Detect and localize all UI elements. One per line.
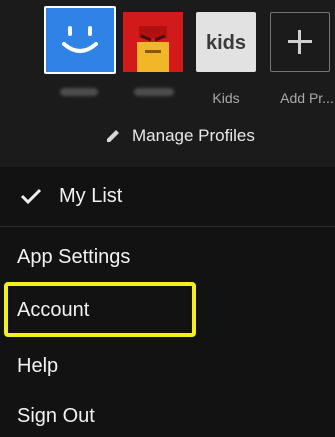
app-settings-item[interactable]: App Settings xyxy=(17,246,335,269)
kids-avatar[interactable]: kids xyxy=(196,12,256,72)
smiley-face-icon xyxy=(62,26,98,53)
add-profile[interactable]: Add Pr... xyxy=(270,12,334,106)
kids-profile-name: Kids xyxy=(212,90,240,106)
profile-1-avatar[interactable] xyxy=(44,6,116,74)
kids-logo-icon: kids xyxy=(206,32,246,54)
profile-2-name-blurred xyxy=(134,88,174,96)
help-item[interactable]: Help xyxy=(17,355,335,378)
add-profile-tile[interactable] xyxy=(270,12,330,72)
red-character-icon xyxy=(123,12,183,72)
manage-profiles-label: Manage Profiles xyxy=(132,126,255,145)
profile-menu-screen: kids Kids Add Pr... Manage Profiles My L… xyxy=(0,0,335,437)
profile-2[interactable] xyxy=(123,12,183,72)
profile-2-avatar[interactable] xyxy=(123,12,183,72)
manage-profiles-button[interactable]: Manage Profiles xyxy=(104,124,255,148)
profile-1[interactable] xyxy=(44,6,116,74)
my-list-label: My List xyxy=(59,184,123,207)
checkmark-icon xyxy=(20,188,42,205)
profiles-panel: kids Kids Add Pr... Manage Profiles xyxy=(0,0,335,167)
profile-1-name-blurred xyxy=(60,88,98,96)
menu-divider xyxy=(0,226,335,227)
plus-icon xyxy=(288,30,312,54)
pencil-icon xyxy=(107,130,119,142)
sign-out-item[interactable]: Sign Out xyxy=(17,405,335,428)
sign-out-label: Sign Out xyxy=(17,405,95,427)
add-profile-name: Add Pr... xyxy=(280,90,334,106)
account-highlight xyxy=(4,282,196,337)
my-list-item[interactable]: My List xyxy=(0,181,335,211)
app-settings-label: App Settings xyxy=(17,246,131,268)
kids-logo-text: kids xyxy=(206,32,246,54)
help-label: Help xyxy=(17,355,59,377)
profile-kids[interactable]: kids Kids xyxy=(196,12,256,106)
